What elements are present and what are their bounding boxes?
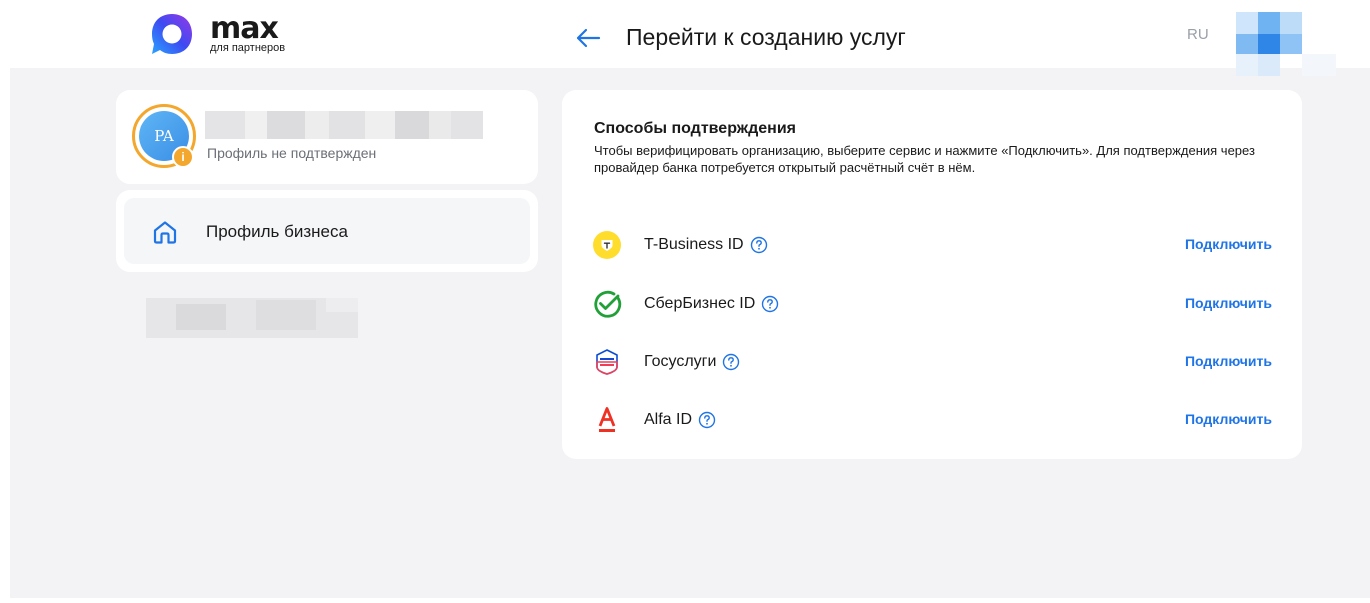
arrow-left-icon	[576, 28, 601, 48]
help-icon[interactable]	[761, 295, 779, 313]
header: max для партнеров Перейти к созданию усл…	[0, 0, 1370, 76]
language-switcher[interactable]: RU	[1187, 26, 1209, 43]
alfa-logo-icon	[598, 407, 616, 432]
help-icon[interactable]	[698, 411, 716, 429]
max-logo-icon	[152, 14, 192, 54]
gosuslugi-logo-icon	[596, 349, 618, 375]
back-button[interactable]	[572, 22, 604, 54]
connect-button[interactable]: Подключить	[1185, 353, 1272, 369]
sidebar-item-label: Профиль бизнеса	[206, 222, 348, 241]
logo-name: max	[210, 11, 279, 46]
provider-name: СберБизнес ID	[644, 295, 756, 312]
home-icon	[153, 221, 177, 244]
provider-name: T-Business ID	[644, 236, 744, 253]
connect-button[interactable]: Подключить	[1185, 295, 1272, 311]
blurred-content	[146, 298, 358, 338]
provider-name: Госуслуги	[644, 353, 717, 370]
connect-button[interactable]: Подключить	[1185, 236, 1272, 252]
page-title: Перейти к созданию услуг	[626, 24, 906, 50]
provider-row-sberbusiness: СберБизнес ID Подключить	[592, 287, 1274, 321]
sidebar-item-business-profile[interactable]: Профиль бизнеса	[124, 198, 530, 264]
section-description: Чтобы верифицировать организацию, выбери…	[594, 143, 1255, 175]
section-title: Способы подтверждения	[594, 120, 796, 137]
provider-row-gosuslugi: Госуслуги Подключить	[592, 345, 1274, 379]
user-avatar[interactable]	[1236, 12, 1336, 76]
help-icon[interactable]	[750, 236, 768, 254]
provider-row-alfa: Alfa ID Подключить	[592, 403, 1274, 437]
sberbusiness-logo-icon	[594, 290, 622, 318]
left-edge	[0, 0, 10, 603]
profile-name-blurred	[205, 111, 483, 139]
verification-card: Способы подтверждения Чтобы верифицирова…	[562, 90, 1302, 459]
max-logo[interactable]: max для партнеров	[148, 10, 285, 58]
warning-badge-icon: i	[172, 146, 194, 168]
bottom-edge	[0, 598, 1370, 603]
provider-name: Alfa ID	[644, 411, 693, 428]
logo-subtitle: для партнеров	[210, 42, 286, 54]
sidebar-menu: Профиль бизнеса	[116, 190, 538, 272]
help-icon[interactable]	[722, 353, 740, 371]
t-business-logo-icon	[593, 231, 621, 259]
profile-status: Профиль не подтвержден	[207, 145, 377, 161]
provider-row-t-business: T-Business ID Подключить	[592, 228, 1274, 262]
connect-button[interactable]: Подключить	[1185, 411, 1272, 427]
